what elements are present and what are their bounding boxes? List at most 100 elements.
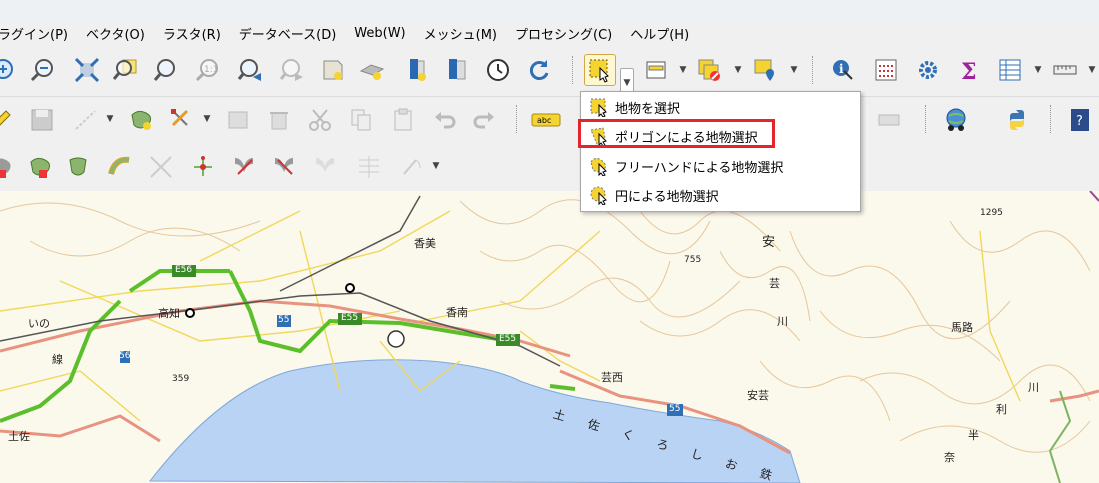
svg-text:i: i	[839, 62, 844, 76]
zoom-native-icon[interactable]: 1:1	[193, 55, 223, 85]
field-calculator-icon[interactable]	[871, 55, 901, 85]
split-parts-icon[interactable]	[188, 152, 218, 182]
menu-item-select-features[interactable]: 地物を選択	[585, 94, 857, 120]
new-3d-map-icon[interactable]	[357, 55, 387, 85]
chevron-down-icon[interactable]: ▼	[105, 114, 115, 124]
delete-selected-icon[interactable]	[264, 105, 294, 135]
rotate-symbols-icon[interactable]	[311, 152, 341, 182]
new-map-view-icon[interactable]	[318, 55, 348, 85]
menu-help[interactable]: ヘルプ(H)	[630, 24, 697, 43]
map-label-kami: 香美	[414, 237, 436, 250]
delete-ring-icon[interactable]	[0, 152, 16, 182]
delete-part-icon[interactable]	[25, 152, 55, 182]
chevron-down-icon[interactable]: ▼	[1033, 65, 1043, 75]
elevation-label: 359	[172, 374, 190, 384]
chevron-down-icon[interactable]: ▼	[202, 114, 212, 124]
merge-features-icon[interactable]	[230, 152, 260, 182]
river-label: 奈	[944, 451, 955, 464]
select-by-value-icon[interactable]	[641, 55, 671, 85]
new-bookmark-icon[interactable]	[402, 55, 432, 85]
map-label-umaji: 馬路	[951, 321, 973, 334]
zoom-full-icon[interactable]	[72, 55, 102, 85]
chevron-down-icon[interactable]: ▼	[1087, 65, 1097, 75]
save-edits-icon[interactable]	[27, 105, 57, 135]
zoom-last-icon[interactable]	[235, 55, 265, 85]
zoom-out-icon[interactable]	[27, 55, 57, 85]
road-label-56: 56	[119, 351, 131, 361]
add-polygon-feature-icon[interactable]	[126, 105, 156, 135]
menu-mesh[interactable]: メッシュ(M)	[424, 24, 505, 43]
menu-vector[interactable]: ベクタ(O)	[86, 24, 153, 43]
map-label-geisei: 芸西	[601, 371, 623, 384]
road-label-55: 55	[669, 404, 681, 414]
attribute-table-icon[interactable]	[995, 55, 1025, 85]
deselect-features-icon[interactable]	[694, 55, 724, 85]
menu-processing[interactable]: プロセシング(C)	[515, 24, 620, 43]
chevron-down-icon[interactable]: ▼	[431, 161, 441, 171]
toolbar-separator	[925, 105, 928, 133]
toolbar-separator	[1050, 105, 1053, 133]
toggle-editing-icon[interactable]	[0, 105, 16, 135]
menu-bar: ラグイン(P) ベクタ(O) ラスタ(R) データベース(D) Web(W) メ…	[0, 22, 1099, 44]
menu-item-label: フリーハンドによる地物選択	[615, 160, 784, 176]
menu-database[interactable]: データベース(D)	[239, 24, 345, 43]
digitizing-toolbar: ▼ ▼ abc ?	[0, 97, 1099, 144]
menu-web[interactable]: Web(W)	[354, 26, 413, 41]
refresh-icon[interactable]	[524, 55, 554, 85]
modify-attributes-icon[interactable]	[224, 105, 254, 135]
undo-icon[interactable]	[430, 105, 460, 135]
label-pin-icon[interactable]	[874, 105, 904, 135]
measure-ruler-icon[interactable]	[1050, 55, 1080, 85]
zoom-next-icon[interactable]	[277, 55, 307, 85]
select-radius-icon	[590, 186, 607, 205]
cut-features-icon[interactable]	[305, 105, 335, 135]
python-console-icon[interactable]	[1002, 105, 1032, 135]
menu-plugins[interactable]: ラグイン(P)	[0, 24, 76, 43]
chevron-down-icon[interactable]: ▼	[733, 65, 743, 75]
map-label-ino: いの	[28, 317, 50, 330]
river-label: 川	[777, 315, 788, 328]
vertex-tool-icon[interactable]	[167, 105, 197, 135]
elevation-label: 1295	[980, 208, 1003, 218]
toolbar-separator	[812, 56, 815, 84]
road-label-e56: E56	[175, 265, 193, 275]
help-icon[interactable]: ?	[1065, 105, 1095, 135]
statistics-sigma-icon[interactable]: Σ	[954, 55, 984, 85]
select-by-location-icon[interactable]	[750, 55, 780, 85]
redo-icon[interactable]	[469, 105, 499, 135]
window-top-strip	[0, 0, 1099, 22]
metasearch-globe-icon[interactable]	[941, 105, 971, 135]
menu-item-select-by-radius[interactable]: 円による地物選択	[585, 182, 857, 208]
svg-text:Σ: Σ	[961, 59, 977, 83]
menu-item-label: 地物を選択	[615, 101, 681, 117]
trim-extend-icon[interactable]	[396, 152, 426, 182]
copy-features-icon[interactable]	[346, 105, 376, 135]
temporal-controller-icon[interactable]	[483, 55, 513, 85]
paste-features-icon[interactable]	[388, 105, 418, 135]
map-canvas[interactable]: 香美 香南 高知 いの 芸西 安芸 土佐 馬路 E56 E55 E55 55 5…	[0, 191, 1099, 483]
select-freehand-icon	[590, 157, 607, 176]
chevron-down-icon[interactable]: ▼	[678, 65, 688, 75]
road-label-e55: E55	[499, 334, 517, 344]
river-label: 芸	[769, 277, 780, 290]
railway-label: 線	[52, 353, 63, 366]
offset-curve-icon[interactable]	[105, 152, 135, 182]
digitize-line-icon[interactable]	[71, 105, 101, 135]
menu-raster[interactable]: ラスタ(R)	[163, 24, 229, 43]
show-bookmarks-icon[interactable]	[442, 55, 472, 85]
menu-item-select-freehand[interactable]: フリーハンドによる地物選択	[585, 153, 857, 179]
reshape-features-icon[interactable]	[64, 152, 94, 182]
simplify-icon[interactable]	[354, 152, 384, 182]
zoom-in-icon[interactable]	[0, 55, 18, 85]
map-navigation-toolbar: 1:1 ▼ ▼ ▼ ▼ i Σ ▼ ▼	[0, 44, 1099, 98]
chevron-down-icon[interactable]: ▼	[789, 65, 799, 75]
merge-attributes-icon[interactable]	[270, 152, 300, 182]
zoom-to-layer-icon[interactable]	[151, 55, 181, 85]
split-features-icon[interactable]	[146, 152, 176, 182]
identify-features-icon[interactable]: i	[828, 55, 858, 85]
toolbox-gear-icon[interactable]	[913, 55, 943, 85]
zoom-to-selection-icon[interactable]	[111, 55, 141, 85]
select-features-icon[interactable]	[584, 54, 616, 86]
map-label-aki: 安芸	[747, 389, 769, 402]
label-tool-icon[interactable]: abc	[528, 105, 564, 135]
